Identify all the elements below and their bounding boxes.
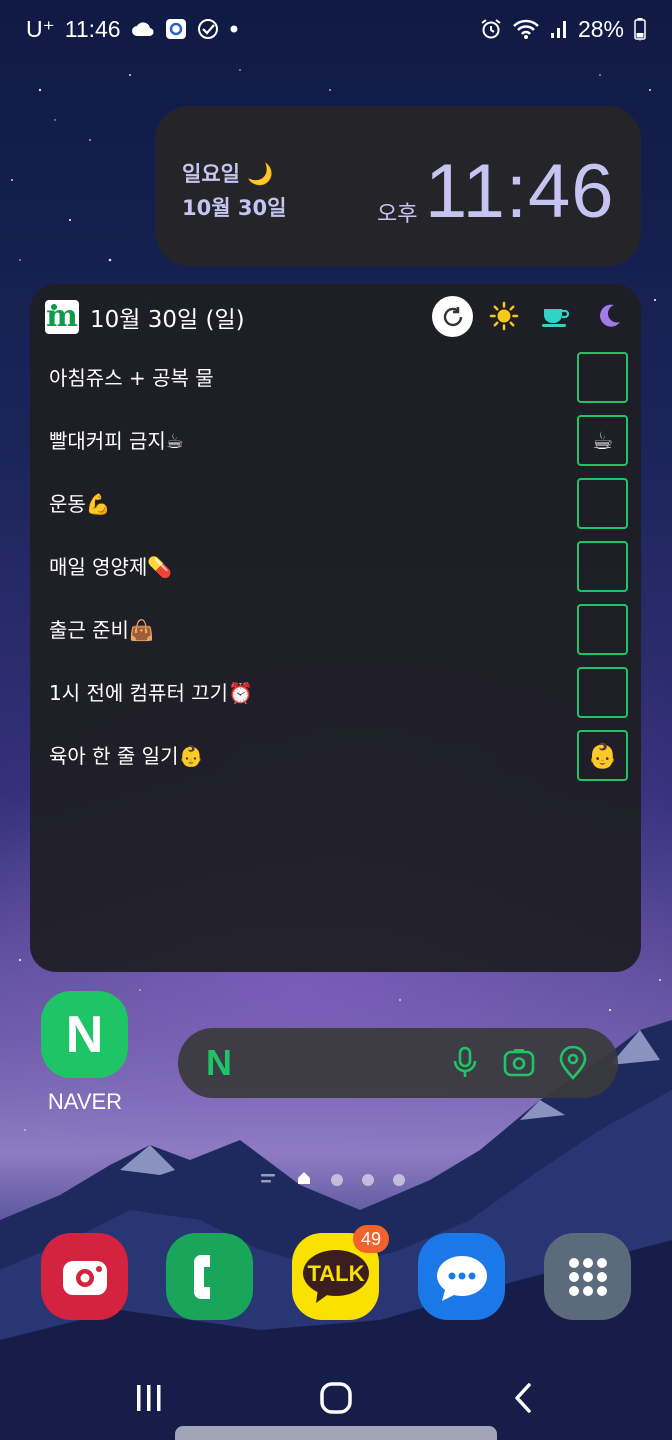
clock-time: 11:46 bbox=[425, 149, 615, 234]
todo-checkbox[interactable] bbox=[577, 667, 628, 718]
clock-widget[interactable]: 일요일 🌙 10월 30일 오후 11:46 bbox=[155, 106, 641, 266]
todo-checkbox[interactable]: ☕ bbox=[577, 415, 628, 466]
back-icon bbox=[515, 1383, 531, 1413]
page-dot bbox=[393, 1174, 405, 1186]
todo-label: 아침쥬스 + 공복 물 bbox=[49, 366, 214, 390]
alarm-icon bbox=[480, 18, 502, 40]
page-dot bbox=[331, 1174, 343, 1186]
page-indicator[interactable] bbox=[259, 1172, 409, 1188]
signal-icon bbox=[550, 19, 568, 39]
refresh-button[interactable] bbox=[432, 296, 473, 337]
app-drawer-icon[interactable] bbox=[544, 1233, 631, 1320]
notification-badge: 49 bbox=[353, 1225, 389, 1253]
app-notification-icon bbox=[165, 18, 187, 40]
clock-date: 10월 30일 bbox=[182, 196, 287, 220]
todo-label: 1시 전에 컴퓨터 끄기⏰ bbox=[49, 681, 253, 705]
home-icon bbox=[320, 1382, 352, 1414]
todo-checkbox[interactable] bbox=[577, 541, 628, 592]
naver-app-icon[interactable]: N bbox=[41, 991, 128, 1078]
back-button[interactable] bbox=[498, 1378, 548, 1418]
home-button[interactable] bbox=[311, 1378, 361, 1418]
todo-header: m 10월 30일 (일) bbox=[30, 284, 641, 348]
battery-percent: 28% bbox=[577, 15, 624, 42]
coffee-cup-icon[interactable] bbox=[540, 300, 572, 332]
todo-label: 운동💪 bbox=[49, 492, 111, 516]
lens-camera-icon[interactable] bbox=[502, 1046, 536, 1080]
dot-icon bbox=[229, 24, 239, 34]
menu-lines-icon bbox=[259, 1171, 277, 1190]
status-time: 11:46 bbox=[64, 15, 121, 42]
location-pin-icon[interactable] bbox=[556, 1046, 590, 1080]
clock-ampm: 오후 bbox=[377, 202, 418, 227]
clock-day: 일요일 🌙 bbox=[182, 162, 274, 186]
cloud-icon bbox=[131, 21, 155, 37]
naver-logo-icon: N bbox=[206, 1042, 232, 1083]
app-logo-icon[interactable]: m bbox=[45, 300, 79, 334]
camera-app-icon[interactable] bbox=[41, 1233, 128, 1320]
todo-date-title: 10월 30일 (일) bbox=[90, 307, 245, 333]
refresh-icon bbox=[443, 306, 462, 326]
todo-item: 육아 한 줄 일기👶 👶 bbox=[30, 730, 641, 784]
microphone-icon[interactable] bbox=[448, 1046, 482, 1080]
todo-label: 출근 준비👜 bbox=[49, 618, 154, 642]
app-dock: TALK 49 bbox=[0, 1225, 672, 1323]
todo-label: 육아 한 줄 일기👶 bbox=[49, 744, 204, 768]
naver-app-label: NAVER bbox=[47, 1089, 123, 1114]
todo-checkbox[interactable] bbox=[577, 604, 628, 655]
naver-search-widget[interactable]: N bbox=[178, 1028, 618, 1098]
battery-icon bbox=[634, 18, 646, 40]
todo-label: 빨대커피 금지☕ bbox=[49, 429, 184, 453]
todo-checkbox[interactable] bbox=[577, 352, 628, 403]
naver-app-shortcut[interactable]: N NAVER bbox=[41, 991, 129, 1114]
home-page-icon bbox=[296, 1170, 312, 1190]
moon-icon[interactable] bbox=[593, 300, 625, 332]
kakaotalk-label: TALK bbox=[307, 1261, 364, 1286]
todo-item: 1시 전에 컴퓨터 끄기⏰ bbox=[30, 667, 641, 721]
todo-label: 매일 영양제💊 bbox=[49, 555, 173, 579]
sun-icon[interactable] bbox=[488, 300, 520, 332]
status-bar: U⁺ 11:46 28% bbox=[0, 0, 672, 58]
recent-apps-button[interactable] bbox=[124, 1378, 174, 1418]
check-circle-icon bbox=[197, 18, 219, 40]
kakaotalk-app-icon[interactable]: TALK 49 bbox=[292, 1225, 389, 1320]
wifi-icon bbox=[512, 18, 540, 40]
gesture-hint-bar bbox=[175, 1426, 497, 1440]
todo-checkbox[interactable]: 👶 bbox=[577, 730, 628, 781]
todo-widget: m 10월 30일 (일) 아침쥬스 + 공복 물 빨대커피 금지☕ ☕ 운동💪… bbox=[30, 284, 641, 972]
carrier-label: U⁺ bbox=[26, 15, 55, 42]
todo-item: 아침쥬스 + 공복 물 bbox=[30, 352, 641, 406]
todo-item: 빨대커피 금지☕ ☕ bbox=[30, 415, 641, 469]
recent-apps-icon bbox=[137, 1385, 161, 1411]
todo-item: 매일 영양제💊 bbox=[30, 541, 641, 595]
page-dot bbox=[362, 1174, 374, 1186]
todo-item: 출근 준비👜 bbox=[30, 604, 641, 658]
todo-checkbox[interactable] bbox=[577, 478, 628, 529]
phone-app-icon[interactable] bbox=[166, 1233, 253, 1320]
todo-item: 운동💪 bbox=[30, 478, 641, 532]
messages-app-icon[interactable] bbox=[418, 1233, 505, 1320]
